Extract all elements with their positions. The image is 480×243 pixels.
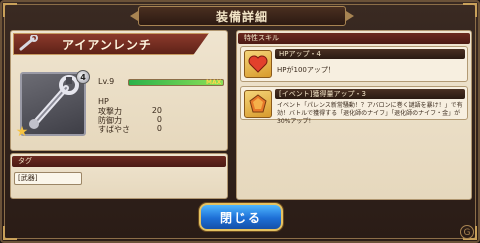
dialog-title: 装備詳細 (138, 6, 346, 26)
gem-icon (244, 90, 272, 118)
stat-row-hp: HP (98, 97, 162, 106)
frame-corner-ornament (3, 3, 17, 17)
skill-card: [イベント]獲得量アップ・3 イベント「パレンス新常騒動！？アバロンに巻く謎語を… (240, 86, 468, 125)
stat-label: HP (98, 97, 109, 106)
skill-section-header: 特性スキル (238, 33, 470, 44)
close-button[interactable]: 閉じる (199, 203, 283, 231)
frame-corner-ornament (463, 3, 477, 17)
stat-row-speed: すばやさ 0 (98, 124, 162, 135)
skill-name: HPアップ・4 (275, 49, 465, 59)
wrench-icon (17, 34, 39, 53)
stat-label: すばやさ (98, 125, 130, 134)
star-icon: ★ (15, 124, 29, 140)
corner-logo-icon: G (460, 225, 474, 239)
wrench-icon (29, 75, 79, 129)
rarity-badge: 4 (76, 70, 90, 84)
level-label: Lv.9 (98, 77, 115, 86)
skill-description: イベント「パレンス新常騒動！？アバロンに巻く謎語を暴け！」で有効！バトルで獲得す… (277, 102, 463, 125)
item-name: アイアンレンチ (62, 38, 152, 52)
frame-corner-ornament (3, 226, 17, 240)
tag-chip: [武器] (14, 172, 82, 185)
tag-section-header: タグ (12, 156, 226, 167)
stat-value: 0 (156, 124, 162, 133)
skill-name: [イベント]獲得量アップ・3 (275, 89, 465, 99)
level-max-label: MAX (206, 79, 222, 86)
skill-card: HPアップ・4 HPが100アップ！ (240, 46, 468, 82)
heart-icon (244, 50, 272, 78)
skill-description: HPが100アップ！ (277, 66, 335, 74)
